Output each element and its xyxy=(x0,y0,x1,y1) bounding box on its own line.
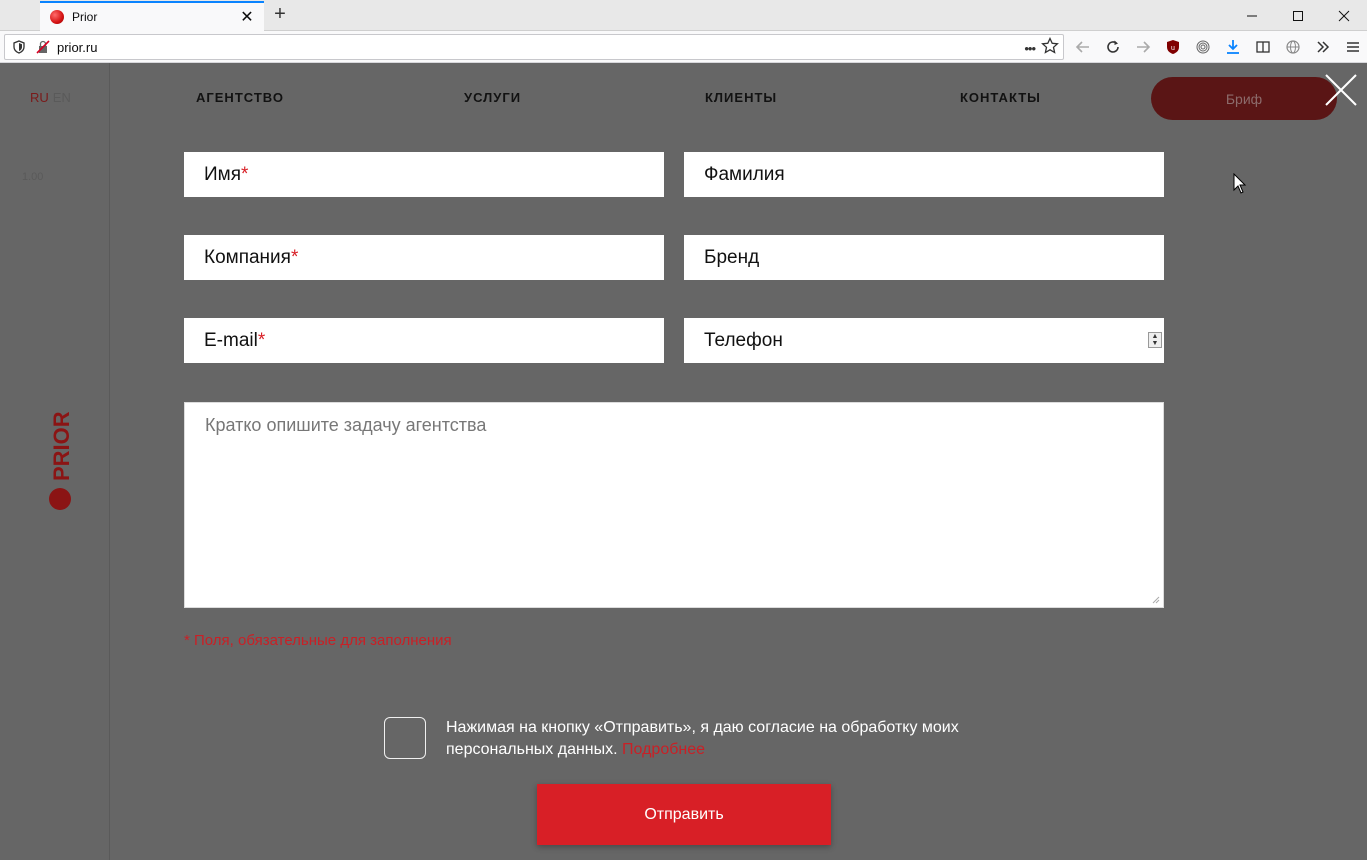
first-name-field[interactable]: Имя * xyxy=(184,152,664,197)
mouse-cursor-icon xyxy=(1233,173,1247,194)
site-favicon-icon xyxy=(50,10,64,24)
required-mark: * xyxy=(257,329,266,351)
company-label: Компания xyxy=(204,246,291,268)
page-overlay: RU EN 1.00 PRIOR АГЕНТСТВО УСЛУГИ КЛИЕНТЫ… xyxy=(0,63,1367,860)
svg-text:u: u xyxy=(1171,45,1175,52)
nav-item-clients[interactable]: КЛИЕНТЫ xyxy=(705,90,777,105)
tab-close-icon[interactable]: ✕ xyxy=(238,7,256,27)
left-sidebar: RU EN 1.00 PRIOR xyxy=(0,63,110,860)
last-name-field[interactable]: Фамилия xyxy=(684,152,1164,197)
reload-icon[interactable] xyxy=(1098,35,1128,59)
url-text[interactable]: prior.ru xyxy=(57,40,97,55)
submit-button[interactable]: Отправить xyxy=(537,784,831,845)
browser-tab[interactable]: Prior ✕ xyxy=(40,1,264,31)
main-nav: АГЕНТСТВО УСЛУГИ КЛИЕНТЫ КОНТАКТЫ xyxy=(196,90,1136,110)
nav-item-contacts[interactable]: КОНТАКТЫ xyxy=(960,90,1041,105)
last-name-label: Фамилия xyxy=(704,163,785,185)
lang-ru-link[interactable]: RU xyxy=(30,90,49,105)
download-icon[interactable] xyxy=(1218,35,1248,59)
menu-icon[interactable] xyxy=(1338,35,1367,59)
company-field[interactable]: Компания * xyxy=(184,235,664,280)
resize-handle-icon[interactable] xyxy=(1152,596,1160,604)
browser-titlebar: Prior ✕ + xyxy=(0,0,1367,31)
reader-view-icon[interactable] xyxy=(1248,35,1278,59)
required-fields-note: * Поля, обязательные для заполнения xyxy=(184,632,452,649)
maximize-icon[interactable] xyxy=(1275,0,1321,31)
nav-item-services[interactable]: УСЛУГИ xyxy=(464,90,521,105)
phone-field[interactable]: Телефон ▲ ▼ xyxy=(684,318,1164,363)
new-tab-button[interactable]: + xyxy=(270,3,290,26)
sidebar-faint-value: 1.00 xyxy=(22,171,44,183)
consent-checkbox[interactable] xyxy=(384,717,426,759)
close-overlay-icon[interactable] xyxy=(1322,71,1360,109)
bookmark-star-icon[interactable] xyxy=(1041,36,1059,60)
forward-arrow-icon[interactable] xyxy=(1128,35,1158,59)
language-switcher: RU EN xyxy=(30,90,71,105)
overflow-chevron-icon[interactable] xyxy=(1308,35,1338,59)
phone-spinner-icon[interactable]: ▲ ▼ xyxy=(1148,332,1162,348)
svg-text:PRIOR: PRIOR xyxy=(49,411,74,481)
first-name-label: Имя xyxy=(204,163,242,185)
brand-label: Бренд xyxy=(704,246,760,268)
message-textarea[interactable]: Кратко опишите задачу агентства xyxy=(184,402,1164,608)
ublock-icon[interactable]: u xyxy=(1158,35,1188,59)
prior-logo[interactable]: PRIOR xyxy=(44,411,78,515)
back-arrow-icon[interactable] xyxy=(1068,35,1098,59)
tab-title: Prior xyxy=(72,10,98,24)
required-mark: * xyxy=(241,163,249,185)
page-actions: ••• xyxy=(1024,36,1059,60)
toolbar-icons: u xyxy=(1068,35,1367,59)
brief-button[interactable]: Бриф xyxy=(1151,77,1337,120)
consent-text: Нажимая на кнопку «Отправить», я даю сог… xyxy=(446,717,1006,761)
consent-details-link[interactable]: Подробнее xyxy=(622,741,705,758)
page-actions-menu-icon[interactable]: ••• xyxy=(1024,41,1036,56)
window-controls xyxy=(1229,0,1367,31)
lang-en-link[interactable]: EN xyxy=(53,90,71,105)
nav-item-agency[interactable]: АГЕНТСТВО xyxy=(196,90,284,105)
insecure-lock-icon[interactable] xyxy=(35,39,51,55)
minimize-icon[interactable] xyxy=(1229,0,1275,31)
window-close-icon[interactable] xyxy=(1321,0,1367,31)
shield-icon[interactable] xyxy=(11,39,27,55)
globe-icon[interactable] xyxy=(1278,35,1308,59)
fingerprint-icon[interactable] xyxy=(1188,35,1218,59)
brand-field[interactable]: Бренд xyxy=(684,235,1164,280)
address-bar[interactable]: prior.ru ••• xyxy=(4,34,1064,60)
phone-label: Телефон xyxy=(704,329,783,351)
email-field[interactable]: E-mail * xyxy=(184,318,664,363)
message-placeholder: Кратко опишите задачу агентства xyxy=(205,415,487,435)
required-mark: * xyxy=(290,246,299,268)
email-label: E-mail xyxy=(204,329,258,351)
browser-navbar: prior.ru ••• u xyxy=(0,31,1367,63)
